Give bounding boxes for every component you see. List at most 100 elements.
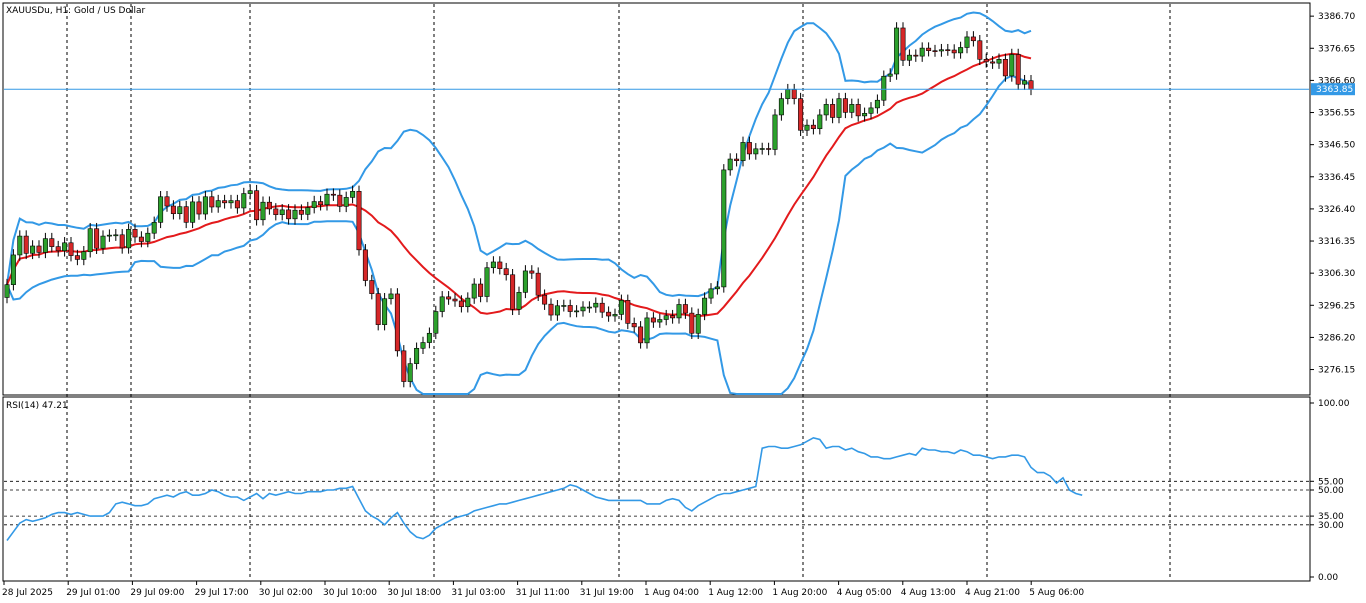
candle (580, 301, 586, 317)
candle (778, 92, 784, 121)
candle (772, 109, 778, 156)
time-axis-label: 4 Aug 13:00 (901, 588, 956, 598)
rsi-axis-label: 30.00 (1318, 521, 1344, 531)
candle (874, 94, 880, 114)
candle (394, 288, 400, 357)
candle (689, 307, 695, 340)
candle (727, 153, 733, 176)
price-axis-label: 3326.40 (1318, 205, 1355, 215)
bollinger-lower-line (6, 74, 1032, 395)
candle (644, 312, 650, 349)
candle (714, 281, 720, 295)
candle (138, 231, 144, 248)
candle (810, 119, 816, 135)
rsi-axis-label: 50.00 (1318, 486, 1344, 496)
candle (574, 305, 580, 318)
candle (158, 191, 164, 229)
candle (62, 237, 68, 257)
candle (446, 291, 452, 305)
candle (1022, 74, 1028, 90)
bollinger-middle-line (6, 52, 1032, 318)
candle (209, 191, 215, 213)
candle (388, 288, 394, 305)
candle (670, 309, 676, 324)
candle (503, 262, 509, 281)
time-axis-label: 29 Jul 09:00 (130, 588, 184, 598)
candle (49, 232, 55, 253)
candle (791, 83, 797, 105)
candle (177, 200, 183, 220)
candle (330, 188, 336, 201)
price-axis-label: 3346.50 (1318, 141, 1355, 151)
candle (938, 43, 944, 57)
candle (113, 229, 119, 241)
candle (586, 301, 592, 313)
candle (81, 245, 87, 266)
candle (362, 244, 368, 287)
candle (785, 83, 791, 105)
candle (318, 195, 324, 211)
candle (260, 196, 266, 226)
candle (721, 164, 727, 293)
candle (554, 300, 560, 321)
candle (900, 22, 906, 67)
candle (542, 289, 548, 310)
candle (17, 230, 23, 261)
time-axis-label: 31 Jul 03:00 (451, 588, 505, 598)
candle (426, 327, 432, 349)
candle (42, 232, 48, 259)
candle (695, 308, 701, 340)
candle (126, 223, 132, 254)
candle (484, 261, 490, 303)
candle (868, 102, 874, 120)
candle (68, 237, 74, 262)
price-axis-label: 3296.25 (1318, 301, 1355, 311)
candle (625, 294, 631, 330)
candle (119, 229, 125, 254)
candle (970, 31, 976, 47)
candle (247, 184, 253, 200)
candle (305, 201, 311, 221)
candle (471, 278, 477, 304)
time-axis-label: 4 Aug 21:00 (965, 588, 1020, 598)
price-axis-label: 3306.30 (1318, 269, 1355, 279)
time-axis-label: 4 Aug 05:00 (837, 588, 892, 598)
candle (650, 312, 656, 328)
candle (548, 298, 554, 321)
time-axis-label: 30 Jul 02:00 (259, 588, 313, 598)
candle (964, 31, 970, 54)
candle (567, 299, 573, 318)
candle (529, 265, 535, 279)
candle (478, 278, 484, 303)
chart-title: XAUUSDu, H1: Gold / US Dollar (6, 6, 146, 16)
candle (945, 43, 951, 56)
price-axis-label: 3336.45 (1318, 173, 1355, 183)
candle (926, 42, 932, 57)
candle (190, 196, 196, 229)
candle (196, 196, 202, 220)
time-axis-label: 29 Jul 17:00 (195, 588, 249, 598)
candle (10, 249, 16, 291)
candle (913, 49, 919, 62)
candle (932, 44, 938, 57)
candle (830, 98, 836, 124)
time-axis-label: 31 Jul 19:00 (580, 588, 634, 598)
rsi-axis-label: 100.00 (1318, 399, 1350, 409)
time-axis-label: 29 Jul 01:00 (66, 588, 120, 598)
time-axis-label: 31 Jul 11:00 (516, 588, 570, 598)
time-axis-label: 30 Jul 18:00 (387, 588, 441, 598)
candle (906, 49, 912, 67)
price-axis-label: 3276.15 (1318, 366, 1355, 376)
candle (516, 286, 522, 316)
candle (1015, 48, 1021, 90)
candle (382, 292, 388, 331)
rsi-axis-label: 0.00 (1318, 573, 1338, 583)
candle (343, 191, 349, 213)
candle (631, 317, 637, 333)
candle (356, 185, 362, 256)
candle (375, 287, 381, 331)
candle (324, 188, 330, 211)
price-axis-label: 3386.70 (1318, 12, 1355, 22)
candle (766, 142, 772, 156)
candle (842, 92, 848, 119)
